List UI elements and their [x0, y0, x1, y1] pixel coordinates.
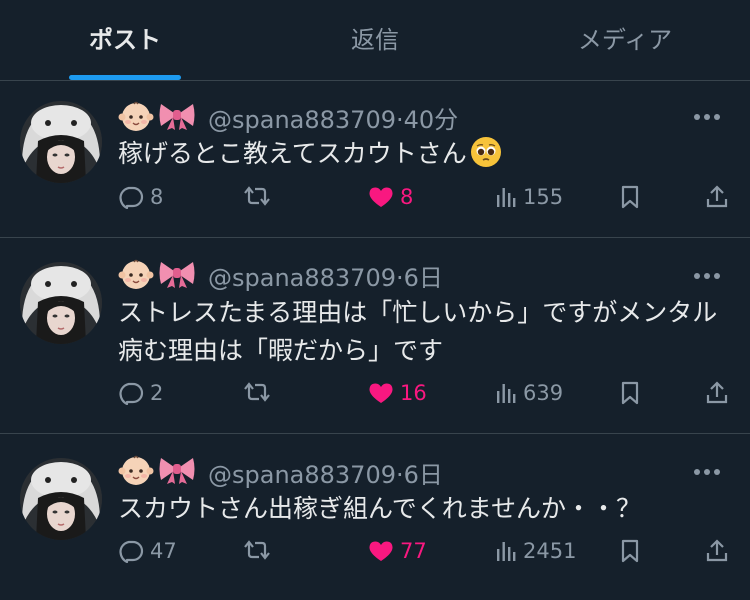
post-meta: @spana883709·6日 — [208, 455, 443, 490]
post-item[interactable]: @spana883709·6日 スカウトさん出稼ぎ組んでくれませんか・・？ 47 — [0, 434, 750, 600]
bookmark-icon — [621, 539, 639, 563]
repost-icon — [244, 382, 270, 402]
ribbon-emoji-icon — [158, 455, 196, 485]
reply-icon — [119, 382, 144, 405]
pleading-face-emoji-icon — [470, 137, 501, 167]
meta-separator: · — [395, 264, 404, 292]
baby-emoji-icon — [118, 100, 154, 132]
post-text: ストレスたまる理由は「忙しいから」ですがメンタル病む理由は「暇だから」です — [118, 294, 726, 370]
post-actions: 8 8 155 — [0, 185, 750, 225]
repost-button[interactable] — [243, 539, 271, 561]
reply-count: 8 — [150, 185, 164, 209]
view-count: 639 — [523, 381, 564, 405]
user-handle[interactable]: @spana883709 — [208, 461, 396, 489]
post-text-content: スカウトさん出稼ぎ組んでくれませんか・・？ — [118, 494, 642, 523]
share-button[interactable] — [706, 381, 728, 405]
share-icon — [706, 381, 728, 404]
tab-media[interactable]: メディア — [500, 0, 750, 80]
repost-icon — [244, 186, 270, 206]
repost-icon — [244, 540, 270, 560]
name-emojis — [118, 100, 196, 132]
more-options-icon[interactable] — [694, 112, 726, 122]
post-item[interactable]: @spana883709·40分 稼げるとこ教えてスカウトさん 8 8 155 — [0, 80, 750, 238]
post-time[interactable]: 40分 — [404, 106, 459, 134]
avatar[interactable] — [20, 458, 102, 540]
post-item[interactable]: @spana883709·6日 ストレスたまる理由は「忙しいから」ですがメンタル… — [0, 238, 750, 434]
avatar[interactable] — [20, 262, 102, 344]
bookmark-button[interactable] — [620, 381, 640, 405]
like-button[interactable]: 16 — [368, 381, 427, 405]
post-meta: @spana883709·6日 — [208, 258, 443, 293]
reply-button[interactable]: 47 — [118, 539, 177, 563]
post-meta: @spana883709·40分 — [208, 100, 458, 135]
reply-icon — [119, 540, 144, 563]
share-icon — [706, 539, 728, 562]
tab-replies[interactable]: 返信 — [250, 0, 500, 80]
like-button[interactable]: 8 — [368, 185, 413, 209]
reply-button[interactable]: 2 — [118, 381, 163, 405]
like-icon — [369, 187, 393, 207]
views-button[interactable]: 155 — [495, 185, 563, 209]
name-emojis — [118, 258, 196, 290]
reply-icon — [119, 186, 144, 209]
user-handle[interactable]: @spana883709 — [208, 106, 396, 134]
share-button[interactable] — [706, 185, 728, 209]
more-options-icon[interactable] — [694, 271, 726, 281]
repost-button[interactable] — [243, 381, 271, 403]
share-button[interactable] — [706, 539, 728, 563]
bookmark-button[interactable] — [620, 539, 640, 563]
ribbon-emoji-icon — [158, 101, 196, 131]
post-text: スカウトさん出稼ぎ組んでくれませんか・・？ — [118, 490, 726, 528]
views-button[interactable]: 639 — [495, 381, 563, 405]
like-count: 16 — [400, 381, 427, 405]
tab-media-label: メディア — [577, 25, 673, 54]
post-text-content: 稼げるとこ教えてスカウトさん — [118, 139, 467, 168]
reply-button[interactable]: 8 — [118, 185, 163, 209]
bookmark-icon — [621, 381, 639, 405]
views-icon — [497, 188, 516, 207]
more-options-icon[interactable] — [694, 467, 726, 477]
tab-posts[interactable]: ポスト — [0, 0, 250, 80]
repost-button[interactable] — [243, 185, 271, 207]
bookmark-button[interactable] — [620, 185, 640, 209]
profile-tabs: ポスト 返信 メディア — [0, 0, 750, 81]
post-actions: 47 77 2451 — [0, 539, 750, 579]
view-count: 2451 — [523, 539, 577, 563]
tab-posts-label: ポスト — [89, 25, 161, 54]
name-emojis — [118, 454, 196, 486]
post-text: 稼げるとこ教えてスカウトさん — [118, 135, 726, 173]
like-count: 77 — [400, 539, 427, 563]
bookmark-icon — [621, 185, 639, 209]
share-icon — [706, 185, 728, 208]
like-icon — [369, 541, 393, 561]
tab-replies-label: 返信 — [351, 25, 399, 54]
reply-count: 47 — [150, 539, 177, 563]
user-handle[interactable]: @spana883709 — [208, 264, 396, 292]
views-button[interactable]: 2451 — [495, 539, 576, 563]
post-time[interactable]: 6日 — [404, 461, 443, 489]
post-actions: 2 16 639 — [0, 381, 750, 421]
like-icon — [369, 383, 393, 403]
views-icon — [497, 542, 516, 561]
ribbon-emoji-icon — [158, 259, 196, 289]
view-count: 155 — [523, 185, 564, 209]
post-text-content: ストレスたまる理由は「忙しいから」ですがメンタル病む理由は「暇だから」です — [118, 298, 718, 365]
avatar[interactable] — [20, 101, 102, 183]
meta-separator: · — [395, 461, 404, 489]
reply-count: 2 — [150, 381, 164, 405]
views-icon — [497, 384, 516, 403]
baby-emoji-icon — [118, 454, 154, 486]
like-count: 8 — [400, 185, 414, 209]
meta-separator: · — [395, 106, 404, 134]
baby-emoji-icon — [118, 258, 154, 290]
post-time[interactable]: 6日 — [404, 264, 443, 292]
like-button[interactable]: 77 — [368, 539, 427, 563]
